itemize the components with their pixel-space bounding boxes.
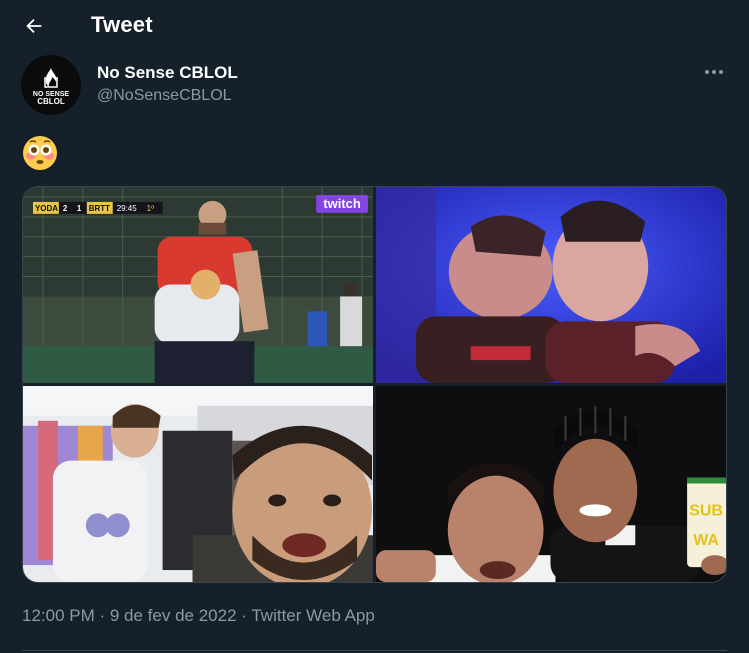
media-grid: YODA 2 1 BRTT 29:45 1º twitch SUB WA bbox=[22, 186, 727, 583]
scoreboard-period: 1º bbox=[147, 204, 154, 213]
arrow-left-icon bbox=[26, 18, 42, 34]
ellipsis-icon bbox=[705, 70, 723, 74]
photo-selfie bbox=[23, 386, 373, 582]
scoreboard-score-a: 2 bbox=[63, 204, 68, 213]
photo-soccer-court: YODA 2 1 BRTT 29:45 1º twitch bbox=[23, 187, 373, 383]
flushed-face-emoji bbox=[23, 136, 57, 170]
cup-text-2: WA bbox=[693, 532, 719, 549]
avatar-text-bottom: CBLOL bbox=[37, 97, 65, 105]
twitch-watermark: twitch bbox=[323, 196, 361, 211]
media-image-1[interactable]: YODA 2 1 BRTT 29:45 1º twitch bbox=[23, 187, 373, 383]
author-handle[interactable]: @NoSenseCBLOL bbox=[97, 87, 232, 105]
divider bbox=[22, 650, 727, 651]
tweet-source[interactable]: Twitter Web App bbox=[251, 606, 374, 625]
cup-text-1: SUB bbox=[689, 502, 723, 519]
avatar[interactable]: NO SENSE CBLOL bbox=[21, 55, 81, 115]
tweet-time[interactable]: 12:00 PM bbox=[22, 606, 95, 625]
tweet-metadata: 12:00 PM · 9 de fev de 2022 · Twitter We… bbox=[22, 606, 375, 626]
photo-duo: SUB WA bbox=[376, 386, 726, 582]
meta-separator: · bbox=[94, 606, 110, 625]
media-image-3[interactable] bbox=[23, 386, 373, 582]
author-display-name[interactable]: No Sense CBLOL bbox=[97, 63, 238, 83]
scoreboard-clock: 29:45 bbox=[117, 204, 138, 213]
tweet-text bbox=[22, 135, 58, 171]
more-options-button[interactable] bbox=[697, 57, 731, 87]
scoreboard-team-b: BRTT bbox=[89, 204, 110, 213]
media-image-2[interactable] bbox=[376, 187, 726, 383]
photo-celebration bbox=[376, 187, 726, 383]
meta-separator: · bbox=[236, 606, 252, 625]
media-image-4[interactable]: SUB WA bbox=[376, 386, 726, 582]
tweet-author: NO SENSE CBLOL No Sense CBLOL @NoSenseCB… bbox=[21, 55, 731, 115]
tweet-date[interactable]: 9 de fev de 2022 bbox=[110, 606, 237, 625]
page-title: Tweet bbox=[91, 12, 153, 37]
tweet-header: Tweet bbox=[0, 0, 749, 53]
scoreboard-team-a: YODA bbox=[35, 204, 58, 213]
back-button[interactable] bbox=[16, 8, 52, 44]
scoreboard-score-b: 1 bbox=[77, 204, 82, 213]
team-logo-icon: NO SENSE CBLOL bbox=[33, 68, 69, 105]
